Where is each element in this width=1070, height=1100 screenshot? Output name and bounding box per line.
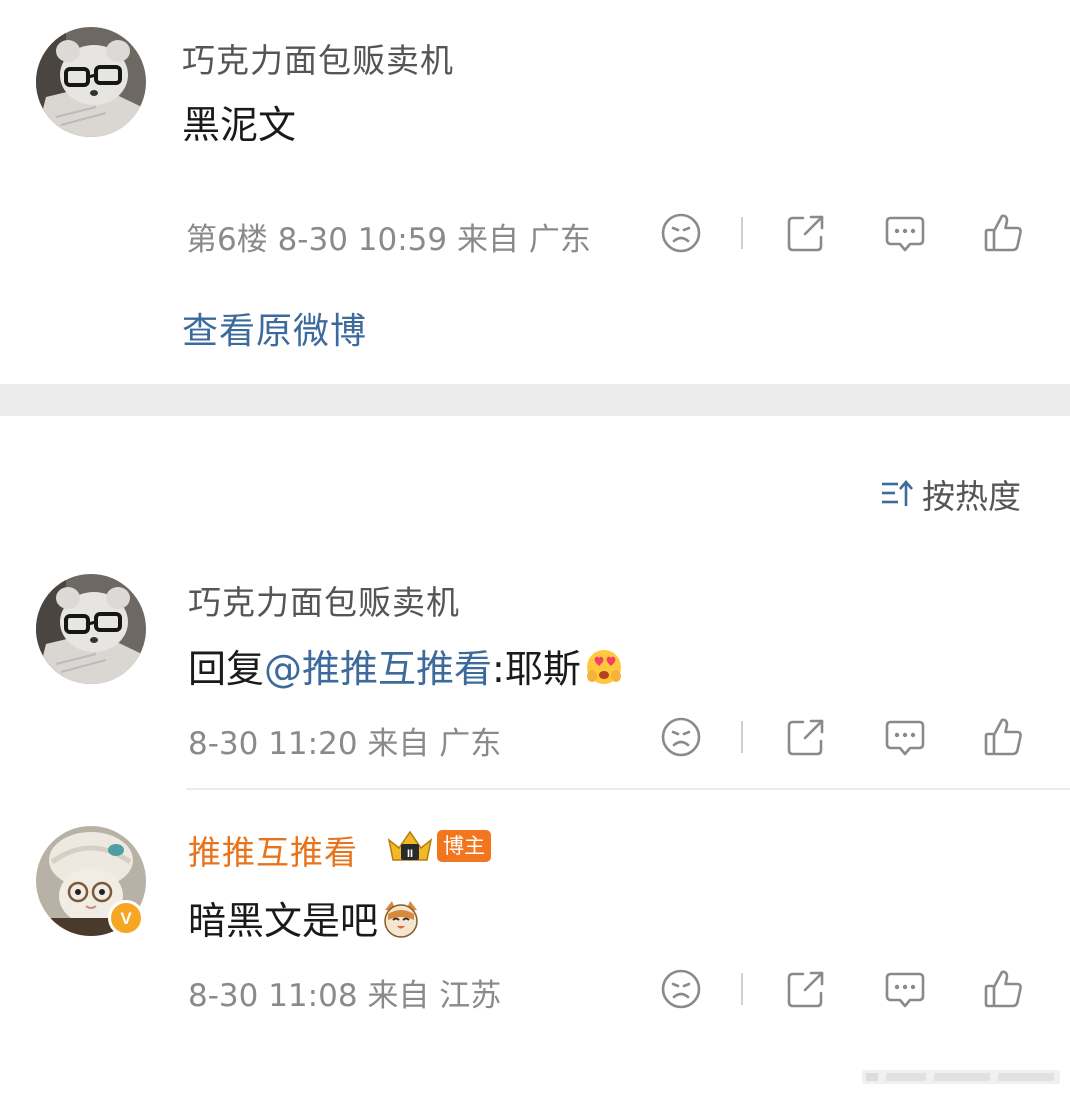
heart-eyes-emoji xyxy=(583,646,625,688)
author-badge: 博主 xyxy=(437,830,491,862)
post-meta: 第6楼 8-30 10:59 来自 广东 xyxy=(186,222,591,258)
avatar[interactable] xyxy=(36,574,146,684)
dislike-icon[interactable] xyxy=(658,714,704,760)
post-username[interactable]: 巧克力面包贩卖机 xyxy=(182,34,454,82)
comment-meta: 8-30 11:20 来自 广东 xyxy=(188,726,502,762)
comment-content: 回复@推推互推看:耶斯 xyxy=(188,638,625,693)
comment-content: 暗黑文是吧 xyxy=(188,890,422,945)
crown-level: II xyxy=(407,848,413,860)
comment-icon[interactable] xyxy=(882,210,928,256)
divider xyxy=(741,721,743,753)
share-icon[interactable] xyxy=(783,966,829,1012)
mention-link[interactable]: @推推互推看 xyxy=(264,647,492,691)
comment-icon[interactable] xyxy=(882,966,928,1012)
verified-badge: V xyxy=(108,900,144,936)
reply-prefix: 回复 xyxy=(188,647,265,691)
comment-text: :耶斯 xyxy=(492,647,581,691)
sort-icon xyxy=(880,477,914,511)
post-content: 黑泥文 xyxy=(182,103,297,147)
section-separator xyxy=(0,384,1070,416)
divider xyxy=(741,217,743,249)
like-icon[interactable] xyxy=(980,714,1026,760)
share-icon[interactable] xyxy=(783,210,829,256)
verified-letter: V xyxy=(120,909,132,928)
avatar[interactable] xyxy=(36,27,146,137)
user-badges: II 博主 xyxy=(385,826,491,866)
like-icon[interactable] xyxy=(980,966,1026,1012)
crown-badge-icon: II xyxy=(385,826,435,866)
sort-label: 按热度 xyxy=(922,477,1021,516)
dislike-icon[interactable] xyxy=(658,966,704,1012)
comment-divider xyxy=(186,788,1070,790)
divider xyxy=(741,973,743,1005)
comment-text: 暗黑文是吧 xyxy=(188,899,379,943)
share-icon[interactable] xyxy=(783,714,829,760)
view-original-link[interactable]: 查看原微博 xyxy=(182,302,367,354)
watermark-logo xyxy=(862,1066,1060,1088)
comment-username[interactable]: 巧克力面包贩卖机 xyxy=(188,576,460,624)
dislike-icon[interactable] xyxy=(658,210,704,256)
comment-icon[interactable] xyxy=(882,714,928,760)
sort-toggle[interactable]: 按热度 xyxy=(880,470,1021,518)
cat-emoji xyxy=(380,898,422,940)
comment-username[interactable]: 推推互推看 xyxy=(188,826,358,874)
comment-meta: 8-30 11:08 来自 江苏 xyxy=(188,978,502,1014)
like-icon[interactable] xyxy=(980,210,1026,256)
